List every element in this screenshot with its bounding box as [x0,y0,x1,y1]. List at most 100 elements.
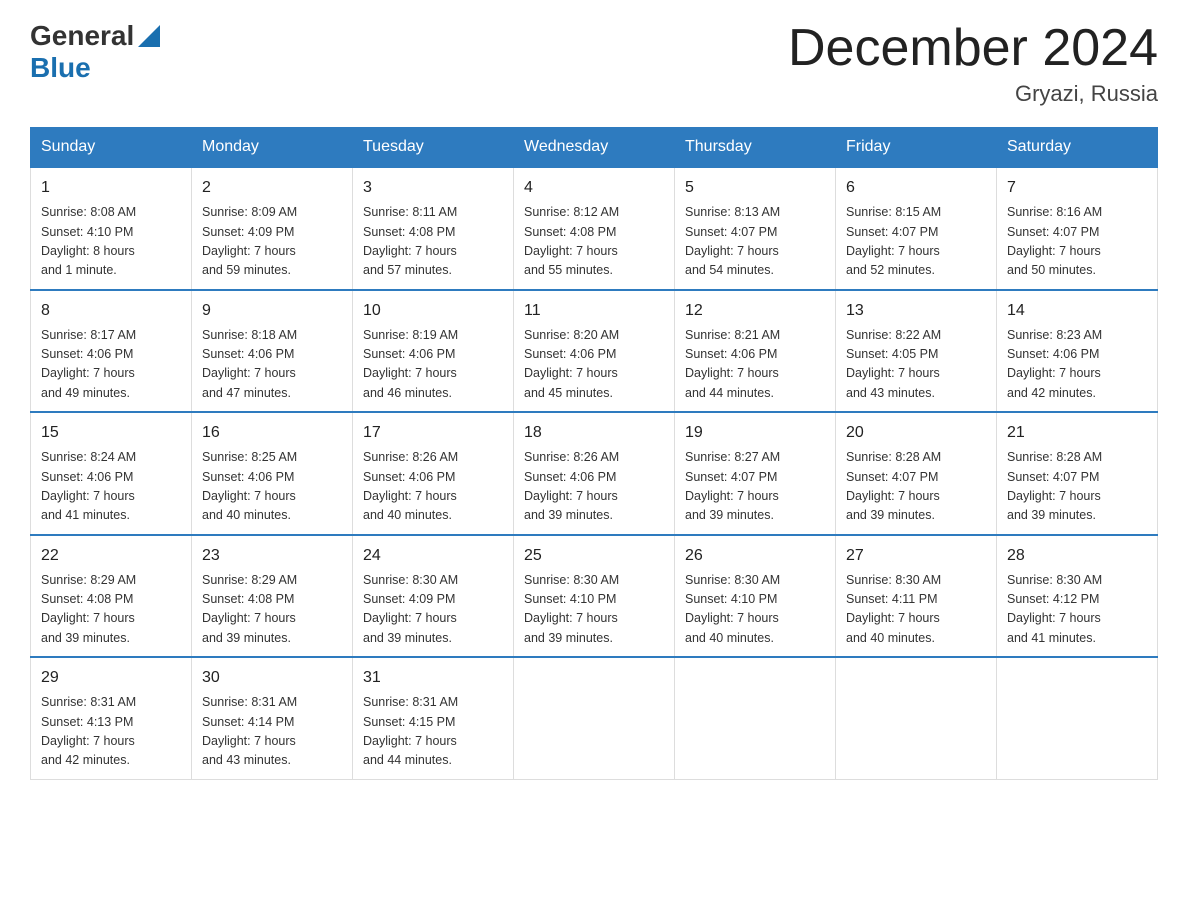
day-number: 5 [685,176,825,200]
day-info: Sunrise: 8:17 AMSunset: 4:06 PMDaylight:… [41,326,181,404]
day-number: 27 [846,544,986,568]
header-monday: Monday [192,128,353,168]
calendar-cell: 30 Sunrise: 8:31 AMSunset: 4:14 PMDaylig… [192,657,353,779]
calendar-week-row: 1 Sunrise: 8:08 AMSunset: 4:10 PMDayligh… [31,167,1158,290]
day-info: Sunrise: 8:20 AMSunset: 4:06 PMDaylight:… [524,326,664,404]
day-info: Sunrise: 8:30 AMSunset: 4:12 PMDaylight:… [1007,571,1147,649]
calendar-cell: 5 Sunrise: 8:13 AMSunset: 4:07 PMDayligh… [675,167,836,290]
calendar-cell: 12 Sunrise: 8:21 AMSunset: 4:06 PMDaylig… [675,290,836,413]
header-thursday: Thursday [675,128,836,168]
day-number: 31 [363,666,503,690]
calendar-cell: 14 Sunrise: 8:23 AMSunset: 4:06 PMDaylig… [997,290,1158,413]
day-number: 2 [202,176,342,200]
calendar-cell: 26 Sunrise: 8:30 AMSunset: 4:10 PMDaylig… [675,535,836,658]
day-number: 3 [363,176,503,200]
day-number: 6 [846,176,986,200]
calendar-week-row: 8 Sunrise: 8:17 AMSunset: 4:06 PMDayligh… [31,290,1158,413]
page-header: General Blue December 2024 Gryazi, Russi… [30,20,1158,107]
calendar-cell: 19 Sunrise: 8:27 AMSunset: 4:07 PMDaylig… [675,412,836,535]
day-number: 26 [685,544,825,568]
day-info: Sunrise: 8:30 AMSunset: 4:10 PMDaylight:… [685,571,825,649]
day-info: Sunrise: 8:30 AMSunset: 4:10 PMDaylight:… [524,571,664,649]
day-info: Sunrise: 8:15 AMSunset: 4:07 PMDaylight:… [846,203,986,281]
calendar-cell: 17 Sunrise: 8:26 AMSunset: 4:06 PMDaylig… [353,412,514,535]
day-info: Sunrise: 8:31 AMSunset: 4:13 PMDaylight:… [41,693,181,771]
calendar-cell: 20 Sunrise: 8:28 AMSunset: 4:07 PMDaylig… [836,412,997,535]
day-number: 10 [363,299,503,323]
day-number: 16 [202,421,342,445]
day-info: Sunrise: 8:30 AMSunset: 4:09 PMDaylight:… [363,571,503,649]
calendar-cell: 23 Sunrise: 8:29 AMSunset: 4:08 PMDaylig… [192,535,353,658]
calendar-cell: 4 Sunrise: 8:12 AMSunset: 4:08 PMDayligh… [514,167,675,290]
day-info: Sunrise: 8:08 AMSunset: 4:10 PMDaylight:… [41,203,181,281]
calendar-title: December 2024 [788,20,1158,77]
calendar-cell: 27 Sunrise: 8:30 AMSunset: 4:11 PMDaylig… [836,535,997,658]
calendar-cell [997,657,1158,779]
day-info: Sunrise: 8:26 AMSunset: 4:06 PMDaylight:… [363,448,503,526]
logo: General Blue [30,20,160,84]
day-info: Sunrise: 8:26 AMSunset: 4:06 PMDaylight:… [524,448,664,526]
header-saturday: Saturday [997,128,1158,168]
day-number: 28 [1007,544,1147,568]
day-number: 21 [1007,421,1147,445]
day-info: Sunrise: 8:28 AMSunset: 4:07 PMDaylight:… [846,448,986,526]
day-info: Sunrise: 8:12 AMSunset: 4:08 PMDaylight:… [524,203,664,281]
calendar-cell: 3 Sunrise: 8:11 AMSunset: 4:08 PMDayligh… [353,167,514,290]
day-info: Sunrise: 8:16 AMSunset: 4:07 PMDaylight:… [1007,203,1147,281]
day-info: Sunrise: 8:31 AMSunset: 4:15 PMDaylight:… [363,693,503,771]
day-info: Sunrise: 8:23 AMSunset: 4:06 PMDaylight:… [1007,326,1147,404]
day-number: 7 [1007,176,1147,200]
logo-blue: Blue [30,52,91,84]
day-info: Sunrise: 8:11 AMSunset: 4:08 PMDaylight:… [363,203,503,281]
title-area: December 2024 Gryazi, Russia [788,20,1158,107]
day-info: Sunrise: 8:30 AMSunset: 4:11 PMDaylight:… [846,571,986,649]
day-number: 8 [41,299,181,323]
calendar-cell: 9 Sunrise: 8:18 AMSunset: 4:06 PMDayligh… [192,290,353,413]
calendar-cell: 11 Sunrise: 8:20 AMSunset: 4:06 PMDaylig… [514,290,675,413]
calendar-cell [514,657,675,779]
day-number: 30 [202,666,342,690]
day-number: 24 [363,544,503,568]
day-number: 11 [524,299,664,323]
header-sunday: Sunday [31,128,192,168]
day-number: 20 [846,421,986,445]
header-friday: Friday [836,128,997,168]
calendar-cell: 28 Sunrise: 8:30 AMSunset: 4:12 PMDaylig… [997,535,1158,658]
day-number: 22 [41,544,181,568]
calendar-cell: 1 Sunrise: 8:08 AMSunset: 4:10 PMDayligh… [31,167,192,290]
calendar-cell: 21 Sunrise: 8:28 AMSunset: 4:07 PMDaylig… [997,412,1158,535]
calendar-table: Sunday Monday Tuesday Wednesday Thursday… [30,127,1158,780]
calendar-cell: 31 Sunrise: 8:31 AMSunset: 4:15 PMDaylig… [353,657,514,779]
day-number: 23 [202,544,342,568]
day-info: Sunrise: 8:24 AMSunset: 4:06 PMDaylight:… [41,448,181,526]
calendar-cell: 18 Sunrise: 8:26 AMSunset: 4:06 PMDaylig… [514,412,675,535]
logo-triangle-icon [138,25,160,47]
calendar-cell: 2 Sunrise: 8:09 AMSunset: 4:09 PMDayligh… [192,167,353,290]
day-headers-row: Sunday Monday Tuesday Wednesday Thursday… [31,128,1158,168]
day-number: 1 [41,176,181,200]
calendar-cell: 15 Sunrise: 8:24 AMSunset: 4:06 PMDaylig… [31,412,192,535]
day-number: 29 [41,666,181,690]
day-info: Sunrise: 8:25 AMSunset: 4:06 PMDaylight:… [202,448,342,526]
day-number: 18 [524,421,664,445]
day-info: Sunrise: 8:28 AMSunset: 4:07 PMDaylight:… [1007,448,1147,526]
day-number: 4 [524,176,664,200]
day-info: Sunrise: 8:18 AMSunset: 4:06 PMDaylight:… [202,326,342,404]
calendar-week-row: 29 Sunrise: 8:31 AMSunset: 4:13 PMDaylig… [31,657,1158,779]
calendar-cell: 6 Sunrise: 8:15 AMSunset: 4:07 PMDayligh… [836,167,997,290]
day-number: 17 [363,421,503,445]
calendar-cell: 13 Sunrise: 8:22 AMSunset: 4:05 PMDaylig… [836,290,997,413]
calendar-cell: 29 Sunrise: 8:31 AMSunset: 4:13 PMDaylig… [31,657,192,779]
calendar-cell: 16 Sunrise: 8:25 AMSunset: 4:06 PMDaylig… [192,412,353,535]
day-number: 25 [524,544,664,568]
header-tuesday: Tuesday [353,128,514,168]
calendar-cell: 24 Sunrise: 8:30 AMSunset: 4:09 PMDaylig… [353,535,514,658]
day-number: 19 [685,421,825,445]
day-number: 9 [202,299,342,323]
calendar-cell: 22 Sunrise: 8:29 AMSunset: 4:08 PMDaylig… [31,535,192,658]
calendar-cell: 8 Sunrise: 8:17 AMSunset: 4:06 PMDayligh… [31,290,192,413]
day-info: Sunrise: 8:31 AMSunset: 4:14 PMDaylight:… [202,693,342,771]
day-number: 12 [685,299,825,323]
calendar-cell: 7 Sunrise: 8:16 AMSunset: 4:07 PMDayligh… [997,167,1158,290]
day-info: Sunrise: 8:13 AMSunset: 4:07 PMDaylight:… [685,203,825,281]
